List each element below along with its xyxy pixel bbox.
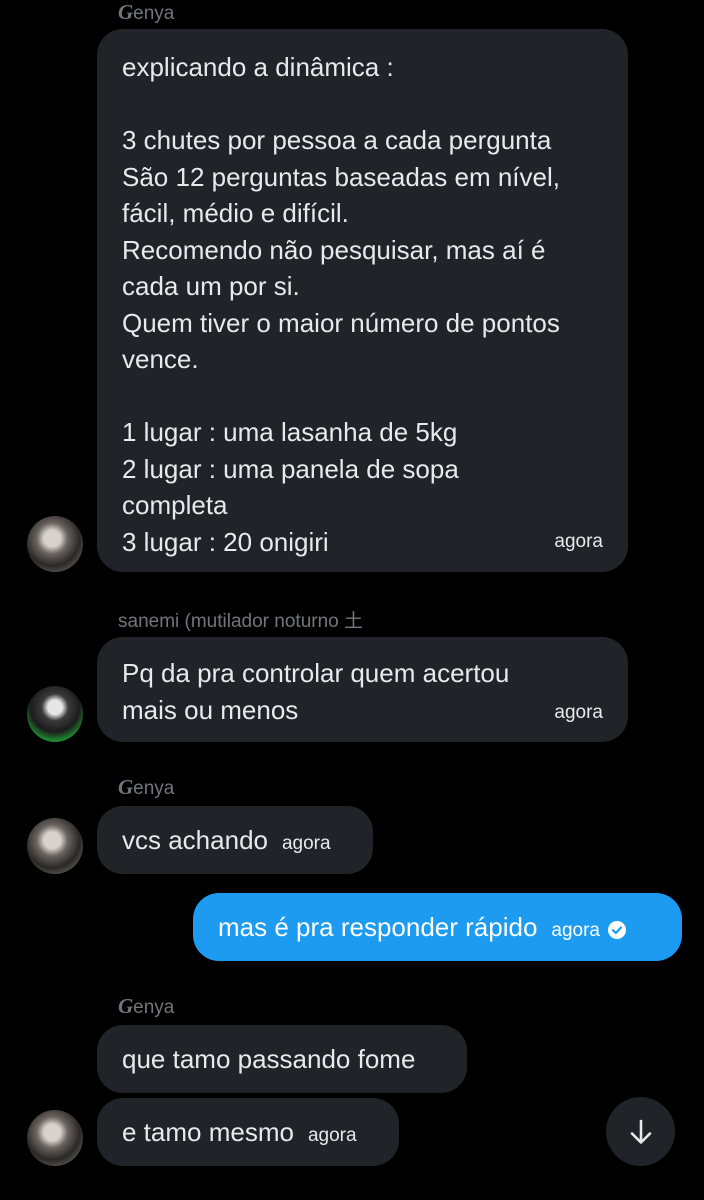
message-time: agora (307, 1125, 357, 1146)
sender-name: Genya (118, 775, 175, 799)
message-text: Pq da pra controlar quem acertou mais ou… (122, 658, 510, 725)
avatar[interactable] (27, 516, 83, 572)
message-text: explicando a dinâmica : 3 chutes por pes… (122, 52, 560, 557)
sender-name: Genya (118, 994, 175, 1018)
message-bubble[interactable]: Pq da pra controlar quem acertou mais ou… (97, 637, 628, 742)
message-text: que tamo passando fome (122, 1044, 416, 1074)
check-circle-icon (608, 921, 627, 939)
sender-name: Genya (118, 0, 175, 24)
arrow-down-icon (630, 1119, 651, 1144)
message-time: agora (281, 833, 331, 854)
message-bubble[interactable]: e tamo mesmo agora (97, 1098, 399, 1166)
message-time: agora (554, 702, 603, 723)
message-text: e tamo mesmo (122, 1117, 294, 1147)
avatar[interactable] (27, 1110, 83, 1166)
scroll-down-button[interactable] (606, 1097, 675, 1166)
message-bubble[interactable]: que tamo passando fome (97, 1025, 467, 1093)
message-text: mas é pra responder rápido (218, 912, 538, 942)
sender-name: sanemi (mutilador noturno 土 (118, 611, 363, 632)
own-message-bubble[interactable]: mas é pra responder rápido agora (193, 893, 682, 961)
message-bubble[interactable]: explicando a dinâmica : 3 chutes por pes… (97, 29, 628, 572)
message-time: agora (554, 531, 603, 552)
message-bubble[interactable]: vcs achando agora (97, 806, 373, 874)
avatar[interactable] (27, 686, 83, 742)
avatar[interactable] (27, 818, 83, 874)
message-text: vcs achando (122, 825, 268, 855)
message-time: agora (551, 920, 601, 941)
